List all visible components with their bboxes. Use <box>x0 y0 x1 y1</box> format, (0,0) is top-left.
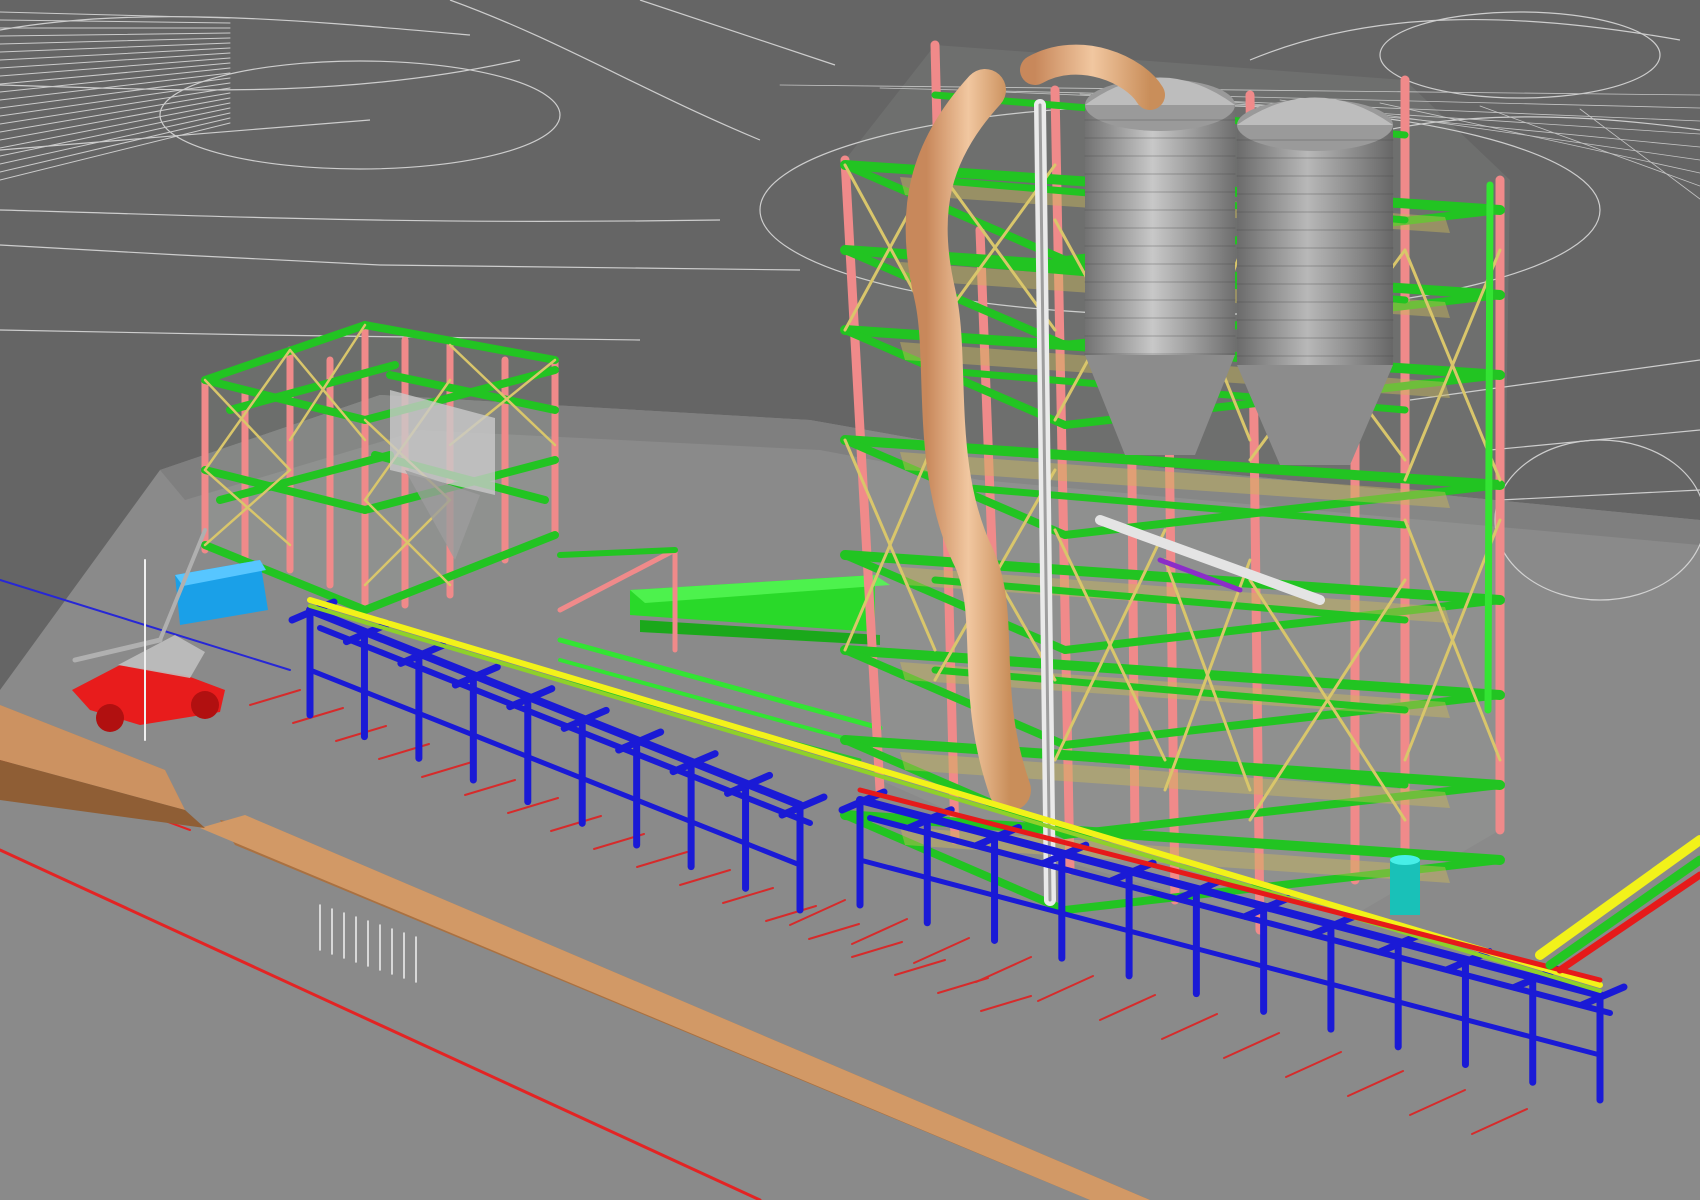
tower-vertical-pipe <box>1484 181 1494 714</box>
equipment-vessel-teal <box>1390 860 1420 915</box>
silo-right-body <box>1237 125 1393 365</box>
plant-model-scene[interactable] <box>0 0 1700 1200</box>
utility-vehicle-wheel <box>96 704 124 732</box>
cad-3d-viewport[interactable] <box>0 0 1700 1200</box>
equipment-vessel-teal-top <box>1390 855 1420 865</box>
utility-vehicle-wheel <box>191 691 219 719</box>
